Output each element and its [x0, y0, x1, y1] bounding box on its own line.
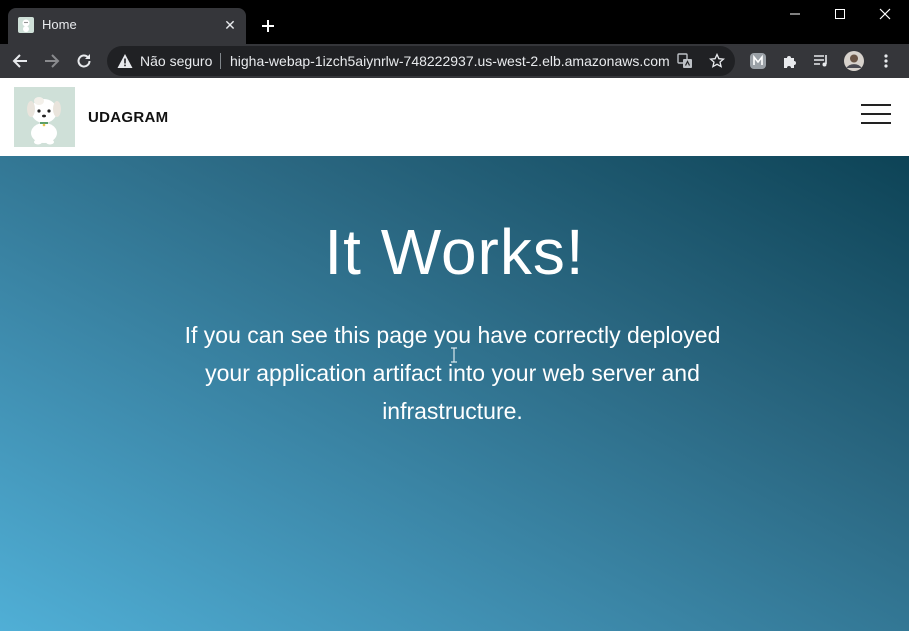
tab-title: Home: [42, 17, 77, 32]
text-cursor-icon: [449, 347, 459, 363]
tab-home[interactable]: Home ✕: [8, 8, 246, 44]
site-navbar: UDAGRAM: [0, 78, 909, 156]
close-icon[interactable]: [862, 2, 908, 26]
url-text[interactable]: higha-webap-1izch5aiynrlw-748222937.us-w…: [230, 53, 670, 69]
minimize-icon[interactable]: [772, 2, 818, 26]
maximize-icon[interactable]: [817, 2, 863, 26]
kebab-menu-icon[interactable]: [873, 48, 899, 74]
hero-section: It Works! If you can see this page you h…: [0, 156, 909, 631]
media-queue-icon[interactable]: [808, 48, 834, 74]
puzzle-extensions-icon[interactable]: [777, 48, 803, 74]
browser-window: Home ✕ Não seguro higha-webap-1izch5aiyn…: [0, 0, 909, 631]
profile-avatar-icon[interactable]: [841, 48, 867, 74]
tab-strip: Home ✕: [0, 0, 909, 44]
web-page: UDAGRAM It Works! If you can see this pa…: [0, 78, 909, 631]
m-extension-icon[interactable]: [745, 48, 771, 74]
hamburger-menu-icon[interactable]: [860, 102, 892, 126]
tab-close-icon[interactable]: ✕: [220, 15, 240, 35]
plus-icon[interactable]: [256, 14, 280, 38]
reload-icon[interactable]: [71, 48, 97, 74]
browser-toolbar: Não seguro higha-webap-1izch5aiynrlw-748…: [0, 44, 909, 78]
arrow-left-icon[interactable]: [7, 48, 33, 74]
omnibox-divider: [220, 53, 221, 69]
warning-icon[interactable]: [117, 53, 133, 69]
puppy-favicon-icon: [18, 17, 34, 33]
hero-text: If you can see this page you have correc…: [184, 322, 721, 424]
security-label[interactable]: Não seguro: [140, 53, 212, 69]
address-bar[interactable]: Não seguro higha-webap-1izch5aiynrlw-748…: [107, 46, 735, 76]
brand-name[interactable]: UDAGRAM: [88, 109, 168, 127]
star-icon[interactable]: [707, 51, 727, 71]
arrow-right-icon[interactable]: [39, 48, 65, 74]
puppy-logo-icon[interactable]: [14, 87, 75, 147]
translate-icon[interactable]: [675, 51, 695, 71]
hero-title: It Works!: [324, 216, 585, 288]
